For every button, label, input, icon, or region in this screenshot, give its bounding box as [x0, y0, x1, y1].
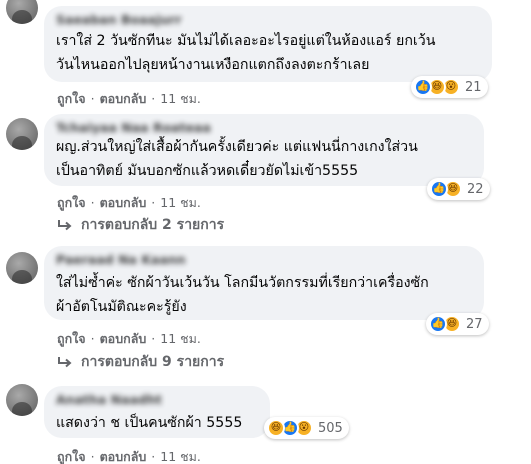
reply-link[interactable]: ตอบกลับ — [100, 449, 147, 464]
reply-link[interactable]: ตอบกลับ — [100, 91, 147, 106]
comment-author[interactable]: Saeaban Boaajurr — [56, 13, 480, 27]
like-link[interactable]: ถูกใจ — [57, 331, 86, 346]
haha-reaction-icon: 😆 — [267, 419, 285, 437]
comment-text-line: แสดงว่า ช เป็นคนซักผ้า 5555 — [56, 415, 243, 431]
comment-text-line: ผญ.ส่วนใหญ่ใส่เสื้อผ้ากันครั้งเดียวค่ะ แ… — [56, 139, 418, 155]
comment-bubble: Saeaban Boaajurr เราใส่ 2 วันซักทีนะ มัน… — [44, 6, 492, 82]
reaction-summary[interactable]: 😆 👍 😮 505 — [264, 417, 349, 439]
comment-bubble: Tchaiyaa Naa Roateaa ผญ.ส่วนใหญ่ใส่เสื้อ… — [44, 114, 484, 186]
reaction-count: 505 — [318, 420, 343, 436]
comment-actions: ถูกใจ · ตอบกลับ · 11 ชม. — [57, 449, 201, 464]
reaction-count: 22 — [467, 181, 484, 197]
like-reaction-icon: 👍 — [430, 180, 448, 198]
comment-text-line: ผ้าอัตโนมัติณะคะรู้ยัง — [56, 299, 187, 315]
avatar[interactable] — [6, 118, 38, 150]
comment-bubble: Paeraad Na Kaann ใส่ไม่ซ้ำค่ะ ซักผ้าวันเ… — [44, 246, 484, 320]
reaction-summary[interactable]: 👍 😆 😮 21 — [411, 76, 488, 98]
reply-link[interactable]: ตอบกลับ — [100, 195, 147, 210]
reply-arrow-icon — [58, 220, 72, 231]
comment-timestamp[interactable]: 11 ชม. — [160, 331, 201, 346]
like-reaction-icon: 👍 — [414, 78, 432, 96]
replies-count-label[interactable]: การตอบกลับ 2 รายการ — [81, 214, 224, 236]
reaction-count: 21 — [465, 79, 482, 95]
like-reaction-icon: 👍 — [429, 315, 447, 333]
comment-actions: ถูกใจ · ตอบกลับ · 11 ชม. — [57, 331, 201, 346]
comment-author[interactable]: Anatha Naadht — [56, 393, 258, 407]
reaction-summary[interactable]: 👍 😆 22 — [427, 178, 490, 200]
reaction-count: 27 — [466, 316, 483, 332]
comment-timestamp[interactable]: 11 ชม. — [160, 91, 201, 106]
comment-text-line: วันไหนออกไปลุยหน้างานเหงือกแตกถึงลงตะกร้… — [56, 57, 370, 73]
reply-arrow-icon — [58, 357, 72, 368]
view-replies-link[interactable]: การตอบกลับ 9 รายการ — [57, 351, 224, 373]
reply-link[interactable]: ตอบกลับ — [100, 331, 147, 346]
comment-actions: ถูกใจ · ตอบกลับ · 11 ชม. — [57, 91, 201, 106]
avatar[interactable] — [6, 252, 38, 284]
like-link[interactable]: ถูกใจ — [57, 195, 86, 210]
view-replies-link[interactable]: การตอบกลับ 2 รายการ — [57, 214, 224, 236]
comment-text-line: เราใส่ 2 วันซักทีนะ มันไม่ได้เลอะอะไรอยู… — [56, 33, 436, 49]
comment-author[interactable]: Paeraad Na Kaann — [56, 253, 472, 267]
reaction-summary[interactable]: 👍 😆 27 — [426, 313, 489, 335]
like-link[interactable]: ถูกใจ — [57, 91, 86, 106]
comment-timestamp[interactable]: 11 ชม. — [160, 449, 201, 464]
avatar[interactable] — [6, 0, 38, 24]
comment-text-line: เป็นอาทิตย์ มันบอกซักแล้วหดเดี๋ยวยัดไม่เ… — [56, 163, 359, 179]
comment-author[interactable]: Tchaiyaa Naa Roateaa — [56, 121, 472, 135]
comment-bubble: Anatha Naadht แสดงว่า ช เป็นคนซักผ้า 555… — [44, 386, 270, 438]
avatar[interactable] — [6, 384, 38, 416]
comment-actions: ถูกใจ · ตอบกลับ · 11 ชม. — [57, 195, 201, 210]
comment-timestamp[interactable]: 11 ชม. — [160, 195, 201, 210]
comment-text-line: ใส่ไม่ซ้ำค่ะ ซักผ้าวันเว้นวัน โลกมีนวัตก… — [56, 275, 429, 291]
replies-count-label[interactable]: การตอบกลับ 9 รายการ — [81, 351, 224, 373]
like-link[interactable]: ถูกใจ — [57, 449, 86, 464]
